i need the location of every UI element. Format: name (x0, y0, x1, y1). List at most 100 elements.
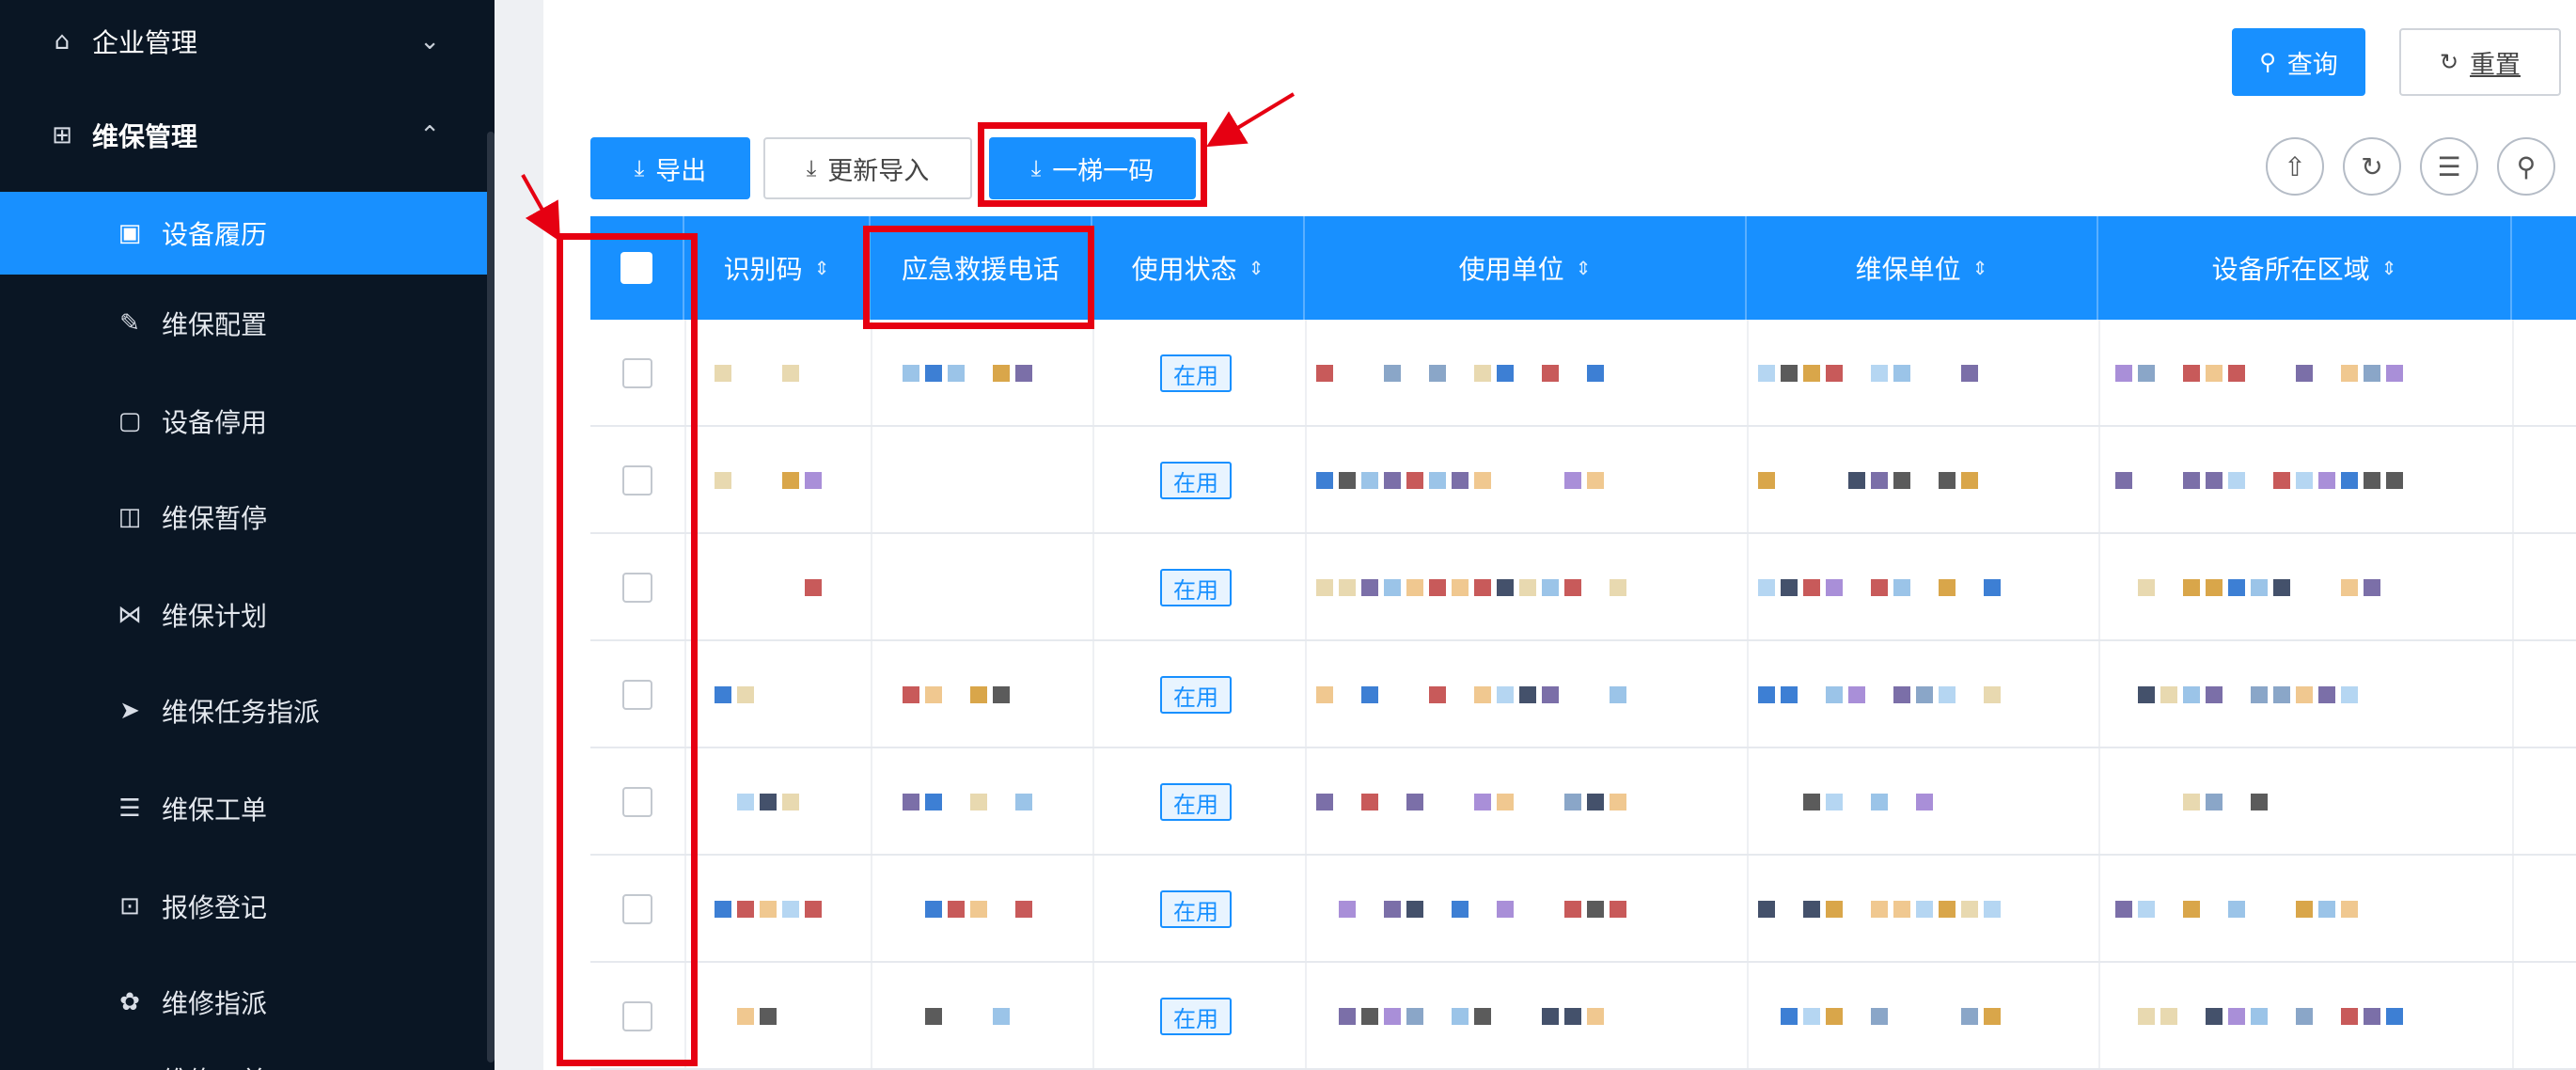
menu-label: 设备履历 (162, 219, 268, 250)
table-search-icon[interactable]: ⚲ (2497, 137, 2555, 196)
menu-label: 维保配置 (162, 309, 268, 340)
column-header-user-unit[interactable]: 使用单位 ⇕ (1305, 216, 1747, 320)
highlight-checkbox-column (557, 233, 698, 1066)
sort-icon[interactable]: ⇕ (1972, 257, 1988, 279)
redacted-cell (1316, 457, 1730, 504)
redacted-cell (715, 779, 856, 826)
column-header-id[interactable]: 识别码 ⇕ (684, 216, 871, 320)
redacted-cell (1758, 350, 2078, 397)
redacted-cell (1316, 993, 1730, 1040)
highlight-ladder-code (978, 122, 1207, 207)
home-icon: ⌂ (54, 27, 71, 55)
redacted-cell (1316, 350, 1730, 397)
sort-icon[interactable]: ⇕ (2381, 257, 2397, 279)
sidebar-item-task-assign[interactable]: ➤ 维保任务指派 (0, 669, 495, 752)
redacted-cell (2115, 457, 2491, 504)
redacted-cell (1758, 779, 2078, 826)
status-badge: 在用 (1160, 783, 1232, 821)
list-icon: ☰ (118, 795, 141, 823)
highlight-emergency-phone (863, 226, 1094, 329)
menu-label: 设备停用 (162, 407, 268, 438)
menu-label: 维修指派 (162, 988, 268, 1019)
sort-icon[interactable]: ⇕ (1249, 257, 1264, 279)
redacted-cell (2115, 779, 2491, 826)
redacted-cell (1758, 671, 2078, 718)
redacted-cell (903, 993, 1072, 1040)
sidebar-item-repair-assign[interactable]: ✿ 维修指派 (0, 961, 495, 1044)
redacted-cell (2115, 350, 2491, 397)
menu-enterprise[interactable]: ⌂ 企业管理 ⌄ (0, 0, 495, 83)
redacted-cell (715, 886, 856, 933)
export-button[interactable]: ⤓ 导出 (590, 137, 750, 199)
download-icon: ⤓ (634, 155, 645, 181)
columns-glyph: ☰ (2437, 150, 2461, 182)
reset-button[interactable]: ↻ 重置 (2399, 28, 2561, 96)
query-label: 查询 (2286, 50, 2338, 80)
column-label: 维保单位 (1855, 254, 1961, 285)
sort-icon[interactable]: ⇕ (814, 257, 830, 279)
update-import-button[interactable]: ⤓ 更新导入 (763, 137, 972, 199)
redacted-cell (1316, 779, 1730, 826)
sidebar: ⌂ 企业管理 ⌄ ⊞ 维保管理 ⌃ ▣ 设备履历 ✎ 维保配置 ▢ 设备停用 ◫… (0, 0, 495, 1070)
plan-icon: ⋈ (118, 601, 142, 629)
pause-icon: ◫ (118, 503, 142, 531)
status-badge: 在用 (1160, 462, 1232, 499)
menu-label: 维保计划 (162, 601, 268, 632)
sidebar-item-repair-order[interactable]: ⊟ 维修工单 (0, 1038, 495, 1070)
query-button[interactable]: ⚲ 查询 (2232, 28, 2365, 96)
export-label: 导出 (655, 156, 707, 186)
sidebar-item-equipment-disable[interactable]: ▢ 设备停用 (0, 380, 495, 463)
menu-label: 维修工单 (162, 1061, 267, 1070)
redacted-cell (1758, 993, 2078, 1040)
redacted-cell (903, 671, 1072, 718)
sidebar-scrollbar[interactable] (487, 132, 495, 1062)
column-header-status[interactable]: 使用状态 ⇕ (1092, 216, 1305, 320)
status-badge: 在用 (1160, 354, 1232, 392)
menu-label: 企业管理 (92, 27, 198, 58)
gear-icon: ✿ (119, 988, 140, 1016)
menu-label: 报修登记 (162, 892, 268, 923)
redacted-cell (1316, 671, 1730, 718)
reset-label: 重置 (2470, 50, 2521, 80)
status-badge: 在用 (1160, 676, 1232, 714)
redacted-cell (903, 779, 1072, 826)
upload-cloud-icon[interactable]: ⇧ (2266, 137, 2324, 196)
menu-maintenance[interactable]: ⊞ 维保管理 ⌃ (0, 94, 495, 177)
reset-icon: ↻ (2439, 49, 2459, 75)
redacted-cell (715, 350, 856, 397)
status-badge: 在用 (1160, 890, 1232, 928)
sidebar-item-work-order[interactable]: ☰ 维保工单 (0, 767, 495, 850)
redacted-cell (2115, 886, 2491, 933)
redacted-cell (903, 350, 1072, 397)
redacted-cell (715, 993, 856, 1040)
redacted-cell (715, 671, 856, 718)
upload-glyph: ⇧ (2284, 150, 2306, 182)
sidebar-item-repair-register[interactable]: ⊡ 报修登记 (0, 865, 495, 948)
arrow-to-ladder-code (1206, 92, 1296, 148)
column-label: 设备所在区域 (2211, 254, 2370, 285)
refresh-icon[interactable]: ↻ (2343, 137, 2401, 196)
sidebar-item-maintenance-pause[interactable]: ◫ 维保暂停 (0, 476, 495, 559)
redacted-cell (1758, 457, 2078, 504)
redacted-cell (1316, 886, 1730, 933)
grid-icon: ⊞ (52, 121, 72, 149)
column-label: 使用单位 (1458, 254, 1564, 285)
redacted-cell (2115, 993, 2491, 1040)
column-header-area[interactable]: 设备所在区域 ⇕ (2098, 216, 2512, 320)
redacted-cell (715, 457, 856, 504)
refresh-glyph: ↻ (2361, 150, 2383, 182)
send-icon: ➤ (119, 697, 140, 725)
column-settings-icon[interactable]: ☰ (2420, 137, 2478, 196)
download-icon: ⤓ (806, 155, 817, 181)
order-icon: ⊟ (113, 1065, 147, 1070)
sort-icon[interactable]: ⇕ (1576, 257, 1592, 279)
sidebar-item-maintenance-config[interactable]: ✎ 维保配置 (0, 282, 495, 365)
sidebar-item-maintenance-plan[interactable]: ⋈ 维保计划 (0, 574, 495, 656)
status-badge: 在用 (1160, 569, 1232, 606)
document-icon: ▣ (118, 219, 142, 247)
sidebar-item-equipment-history[interactable]: ▣ 设备履历 (0, 192, 495, 275)
register-icon: ⊡ (119, 892, 140, 921)
column-header-maintenance-unit[interactable]: 维保单位 ⇕ (1747, 216, 2098, 320)
search-glyph: ⚲ (2516, 150, 2537, 182)
chevron-down-icon: ⌄ (419, 27, 440, 55)
